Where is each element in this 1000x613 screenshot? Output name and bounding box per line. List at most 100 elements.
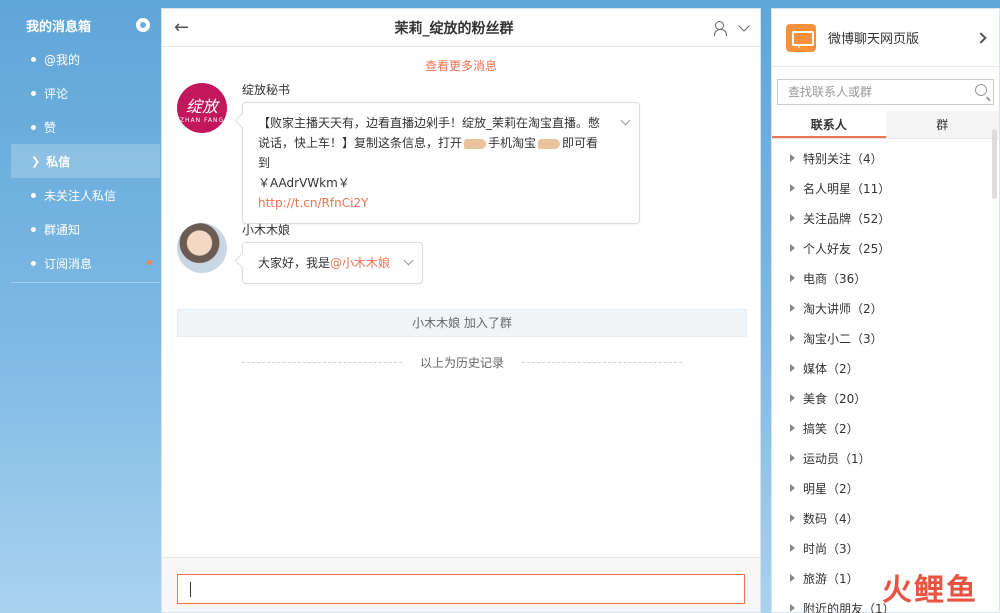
mention-link[interactable]: @小木木娘 — [330, 256, 390, 270]
back-arrow-icon[interactable]: ← — [174, 17, 194, 38]
caret-right-icon — [790, 604, 795, 612]
group-label: 名人明星（11） — [803, 181, 891, 196]
contact-group[interactable]: 美食（20） — [772, 383, 999, 413]
group-label: 淘大讲师（2） — [803, 301, 883, 316]
group-label: 明星（2） — [803, 481, 859, 496]
chevron-down-icon[interactable] — [620, 115, 631, 126]
group-label: 特别关注（4） — [803, 151, 883, 166]
unread-badge — [147, 260, 152, 265]
group-label: 附近的朋友（1） — [803, 601, 895, 613]
sidebar-item-group-notifications[interactable]: 群通知 — [11, 212, 160, 246]
group-label: 媒体（2） — [803, 361, 859, 376]
contact-group[interactable]: 淘大讲师（2） — [772, 293, 999, 323]
dashed-line — [522, 362, 683, 363]
chevron-down-icon[interactable] — [738, 19, 750, 32]
contacts-panel: 微博聊天网页版 联系人 群 特别关注（4） 名人明星（11） 关注品牌（52） … — [771, 8, 1000, 613]
search-input[interactable] — [778, 80, 993, 104]
message-text: 说话，快上车！】复制这条信息，打开 — [258, 136, 463, 150]
caret-right-icon — [790, 274, 795, 282]
contacts-header[interactable]: 微博聊天网页版 — [772, 9, 999, 67]
sidebar-item-private-messages[interactable]: ❯ 私信 — [11, 144, 160, 178]
caret-right-icon — [790, 334, 795, 342]
tab-contacts[interactable]: 联系人 — [772, 111, 886, 138]
bullet-icon — [31, 56, 36, 62]
bullet-icon — [31, 226, 36, 232]
chat-header-actions — [714, 19, 750, 36]
group-label: 美食（20） — [803, 391, 867, 406]
compose-area — [162, 557, 760, 612]
bullet-icon — [31, 90, 36, 96]
avatar[interactable] — [177, 223, 227, 273]
caret-right-icon — [790, 154, 795, 162]
tab-groups[interactable]: 群 — [885, 111, 999, 138]
sidebar-item-mentions[interactable]: @我的 — [11, 42, 160, 76]
message-box-sidebar: 我的消息箱 @我的 评论 赞 ❯ 私信 未关注人私信 群通知 订阅消息 — [11, 8, 160, 613]
avatar[interactable]: 绽放 ZHAN FANG — [177, 83, 227, 133]
caret-right-icon — [790, 364, 795, 372]
caret-right-icon — [790, 514, 795, 522]
contact-group[interactable]: 电商（36） — [772, 263, 999, 293]
message-body: 绽放秘书 【败家主播天天有，边看直播边剁手！绽放_茉莉在淘宝直播。憋 说话，快上… — [242, 83, 640, 224]
sidebar-item-subscriptions[interactable]: 订阅消息 — [11, 246, 160, 280]
sidebar-item-likes[interactable]: 赞 — [11, 110, 160, 144]
bullet-icon — [31, 124, 36, 130]
avatar-logo-text: 绽放 — [185, 96, 218, 116]
search-icon[interactable] — [975, 84, 987, 96]
sidebar-item-unfollowed-messages[interactable]: 未关注人私信 — [11, 178, 160, 212]
chat-title: 茉莉_绽放的粉丝群 — [394, 20, 514, 37]
sender-name[interactable]: 小木木娘 — [242, 221, 423, 238]
contact-group[interactable]: 媒体（2） — [772, 353, 999, 383]
contact-group[interactable]: 运动员（1） — [772, 443, 999, 473]
history-divider: 以上为历史记录 — [242, 354, 683, 371]
avatar-logo-subtext: ZHAN FANG — [179, 116, 225, 124]
group-members-icon[interactable] — [714, 20, 730, 36]
contact-group[interactable]: 特别关注（4） — [772, 143, 999, 173]
sidebar-item-label: 私信 — [46, 154, 71, 169]
message-input[interactable] — [177, 574, 745, 604]
contact-group[interactable]: 数码（4） — [772, 503, 999, 533]
scrollbar[interactable] — [992, 129, 997, 199]
sidebar-header: 我的消息箱 — [11, 8, 160, 42]
contact-group[interactable]: 个人好友（25） — [772, 233, 999, 263]
caret-right-icon — [790, 244, 795, 252]
join-notice: 小木木娘 加入了群 — [177, 309, 747, 337]
contact-group[interactable]: 搞笑（2） — [772, 413, 999, 443]
message-body: 小木木娘 大家好，我是@小木木娘 — [242, 221, 424, 284]
group-label: 电商（36） — [803, 271, 867, 286]
group-label: 搞笑（2） — [803, 421, 859, 436]
history-label: 以上为历史记录 — [420, 356, 505, 370]
sender-name[interactable]: 绽放秘书 — [242, 81, 640, 98]
message-item: 绽放 ZHAN FANG 绽放秘书 【败家主播天天有，边看直播边剁手！绽放_茉莉… — [177, 83, 640, 224]
contact-group[interactable]: 关注品牌（52） — [772, 203, 999, 233]
pointing-hand-icon — [464, 138, 487, 149]
sidebar-item-label: 订阅消息 — [44, 256, 93, 271]
contact-group[interactable]: 名人明星（11） — [772, 173, 999, 203]
chat-panel: ← 茉莉_绽放的粉丝群 查看更多消息 绽放 ZHAN FANG 绽放秘书 【败家… — [161, 8, 761, 613]
contact-group[interactable]: 时尚（3） — [772, 533, 999, 563]
group-label: 旅游（1） — [803, 571, 859, 586]
gear-icon[interactable] — [136, 18, 150, 32]
divider — [11, 282, 160, 283]
chat-header: ← 茉莉_绽放的粉丝群 — [162, 9, 760, 47]
caret-right-icon — [790, 574, 795, 582]
contact-group-list: 特别关注（4） 名人明星（11） 关注品牌（52） 个人好友（25） 电商（36… — [772, 139, 999, 613]
caret-right-icon — [790, 544, 795, 552]
caret-right-icon — [790, 184, 795, 192]
group-label: 个人好友（25） — [803, 241, 891, 256]
chevron-right-icon[interactable] — [975, 31, 987, 44]
load-more-link[interactable]: 查看更多消息 — [162, 57, 760, 74]
contact-group[interactable]: 明星（2） — [772, 473, 999, 503]
bullet-icon — [31, 260, 36, 266]
contact-group[interactable]: 淘宝小二（3） — [772, 323, 999, 353]
group-label: 时尚（3） — [803, 541, 859, 556]
bullet-icon — [31, 192, 36, 198]
contacts-title: 微博聊天网页版 — [828, 32, 920, 47]
sidebar-item-label: 未关注人私信 — [44, 188, 117, 203]
caret-right-icon — [790, 454, 795, 462]
sidebar-item-label: @我的 — [44, 52, 81, 67]
sidebar-item-comments[interactable]: 评论 — [11, 76, 160, 110]
message-link[interactable]: http://t.cn/RfnCi2Y — [258, 193, 607, 213]
message-bubble: 大家好，我是@小木木娘 — [242, 242, 424, 284]
pointing-hand-icon — [538, 138, 561, 149]
chevron-down-icon[interactable] — [403, 255, 414, 266]
